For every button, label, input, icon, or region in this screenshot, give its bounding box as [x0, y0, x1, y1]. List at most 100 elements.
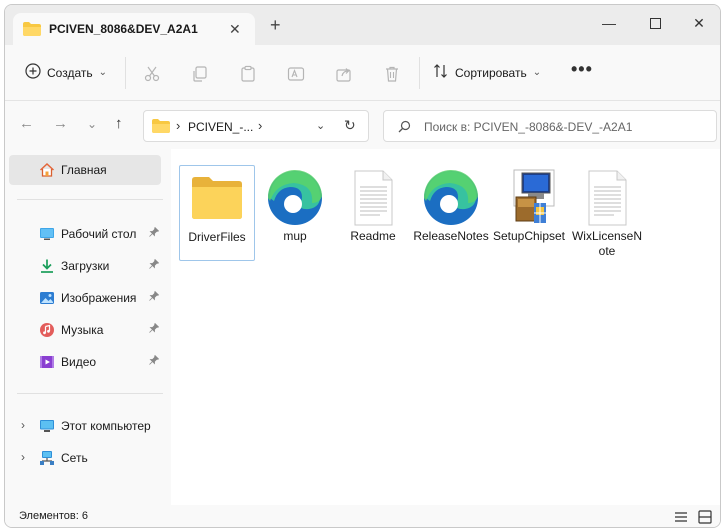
file-label: mup [283, 229, 307, 243]
search-input[interactable]: Поиск в: PCIVEN_-8086&-DEV_-A2A1 [424, 120, 632, 134]
sidebar-item-label: Видео [61, 355, 97, 369]
sidebar-item-label: Этот компьютер [61, 419, 151, 433]
file-label: WixLicenseNote [571, 229, 643, 258]
close-button[interactable]: ✕ [689, 13, 709, 33]
chevron-right-icon[interactable]: › [21, 418, 25, 432]
videos-icon [39, 354, 55, 370]
file-label: DriverFiles [188, 230, 246, 244]
file-item-mup[interactable]: mup [257, 165, 333, 261]
sidebar-item-network[interactable]: › Сеть [9, 443, 161, 473]
divider [17, 199, 163, 200]
search-icon [398, 120, 411, 136]
new-tab-button[interactable]: + [270, 16, 281, 34]
title-bar: PCIVEN_8086&DEV_A2A1 ✕ + — ✕ [5, 5, 720, 45]
item-count: Элементов: 6 [19, 510, 88, 522]
chevron-down-icon: ⌄ [98, 67, 107, 78]
file-label: ReleaseNotes [413, 229, 489, 243]
file-item-releasenotes[interactable]: ReleaseNotes [413, 165, 489, 261]
tab-close-button[interactable]: ✕ [229, 21, 241, 38]
copy-icon[interactable] [191, 65, 209, 83]
sidebar-item-downloads[interactable]: Загрузки [9, 251, 161, 281]
sidebar-item-label: Загрузки [61, 259, 110, 273]
edge-icon [264, 167, 326, 229]
chevron-right-icon[interactable]: › [258, 118, 262, 133]
sort-button[interactable]: Сортировать ⌄ [433, 63, 541, 82]
create-button[interactable]: Создать ⌄ [25, 63, 107, 82]
navigation-bar: ← → ⌄ ↑ › PCIVEN_-... › ⌄ ↻ Поиск в: PCI… [5, 101, 720, 149]
address-bar[interactable]: › PCIVEN_-... › ⌄ ↻ [143, 110, 369, 142]
divider [125, 57, 126, 89]
forward-button[interactable]: → [53, 115, 68, 132]
more-options-button[interactable]: ••• [571, 59, 593, 80]
status-bar: Элементов: 6 [5, 505, 720, 527]
desktop-icon [39, 226, 55, 242]
command-bar: Создать ⌄ Сортировать ⌄ ••• [5, 45, 720, 101]
file-item-wixlicensenote[interactable]: WixLicenseNote [569, 165, 645, 261]
pin-icon [149, 354, 160, 368]
edge-icon [420, 167, 482, 229]
refresh-button[interactable]: ↻ [344, 117, 356, 134]
this-pc-icon [39, 418, 55, 434]
search-box[interactable]: Поиск в: PCIVEN_-8086&-DEV_-A2A1 [383, 110, 717, 142]
installer-icon [498, 167, 560, 229]
network-icon [39, 450, 55, 466]
file-label: Readme [350, 229, 396, 243]
recent-locations-button[interactable]: ⌄ [87, 117, 97, 131]
divider [17, 393, 163, 394]
explorer-window: PCIVEN_8086&DEV_A2A1 ✕ + — ✕ Создать ⌄ С… [4, 4, 721, 528]
sidebar-item-label: Музыка [61, 323, 104, 337]
text-document-icon [342, 167, 404, 229]
sidebar-item-label: Рабочий стол [61, 227, 137, 241]
tab-current-folder[interactable]: PCIVEN_8086&DEV_A2A1 ✕ [13, 13, 255, 45]
delete-icon[interactable] [383, 65, 401, 83]
create-label: Создать [47, 65, 93, 80]
rename-icon[interactable] [287, 65, 305, 83]
pin-icon [149, 322, 160, 336]
plus-circle-icon [25, 63, 41, 82]
folder-icon [186, 168, 248, 230]
pin-icon [149, 226, 160, 240]
pin-icon [149, 290, 160, 304]
divider [419, 57, 420, 89]
file-item-setupchipset[interactable]: SetupChipset [491, 165, 567, 261]
sidebar-item-home[interactable]: Главная [9, 155, 161, 185]
sidebar-item-videos[interactable]: Видео [9, 347, 161, 377]
sidebar-item-label: Главная [61, 163, 107, 177]
tab-title: PCIVEN_8086&DEV_A2A1 [49, 22, 198, 36]
sidebar-item-label: Изображения [61, 291, 137, 305]
paste-icon[interactable] [239, 65, 257, 83]
pin-icon [149, 258, 160, 272]
downloads-icon [39, 258, 55, 274]
chevron-right-icon[interactable]: › [21, 450, 25, 464]
navigation-pane: Главная Рабочий стол Загрузки Изображени… [5, 149, 171, 505]
sidebar-item-desktop[interactable]: Рабочий стол [9, 219, 161, 249]
sidebar-item-pictures[interactable]: Изображения [9, 283, 161, 313]
sidebar-item-this-pc[interactable]: › Этот компьютер [9, 411, 161, 441]
sidebar-item-label: Сеть [61, 451, 88, 465]
sort-icon [433, 63, 449, 82]
music-icon [39, 322, 55, 338]
main-area: Главная Рабочий стол Загрузки Изображени… [5, 149, 720, 505]
file-item-readme[interactable]: Readme [335, 165, 411, 261]
sidebar-item-music[interactable]: Музыка [9, 315, 161, 345]
back-button[interactable]: ← [19, 115, 34, 132]
folder-icon [152, 119, 170, 136]
address-path-segment[interactable]: PCIVEN_-... [188, 120, 253, 134]
sort-label: Сортировать [455, 65, 527, 80]
chevron-right-icon[interactable]: › [176, 118, 180, 133]
cut-icon[interactable] [143, 65, 161, 83]
text-document-icon [576, 167, 638, 229]
up-button[interactable]: ↑ [115, 115, 123, 132]
share-icon[interactable] [335, 65, 353, 83]
chevron-down-icon: ⌄ [532, 67, 542, 78]
file-item-driverfiles[interactable]: DriverFiles [179, 165, 255, 261]
file-label: SetupChipset [492, 229, 566, 243]
pictures-icon [39, 290, 55, 306]
maximize-button[interactable] [645, 13, 665, 33]
address-dropdown-button[interactable]: ⌄ [316, 119, 325, 132]
details-view-icon[interactable] [673, 509, 689, 525]
folder-icon [23, 22, 41, 39]
large-icons-view-icon[interactable] [697, 509, 713, 525]
minimize-button[interactable]: — [599, 13, 619, 33]
home-icon [39, 162, 55, 178]
